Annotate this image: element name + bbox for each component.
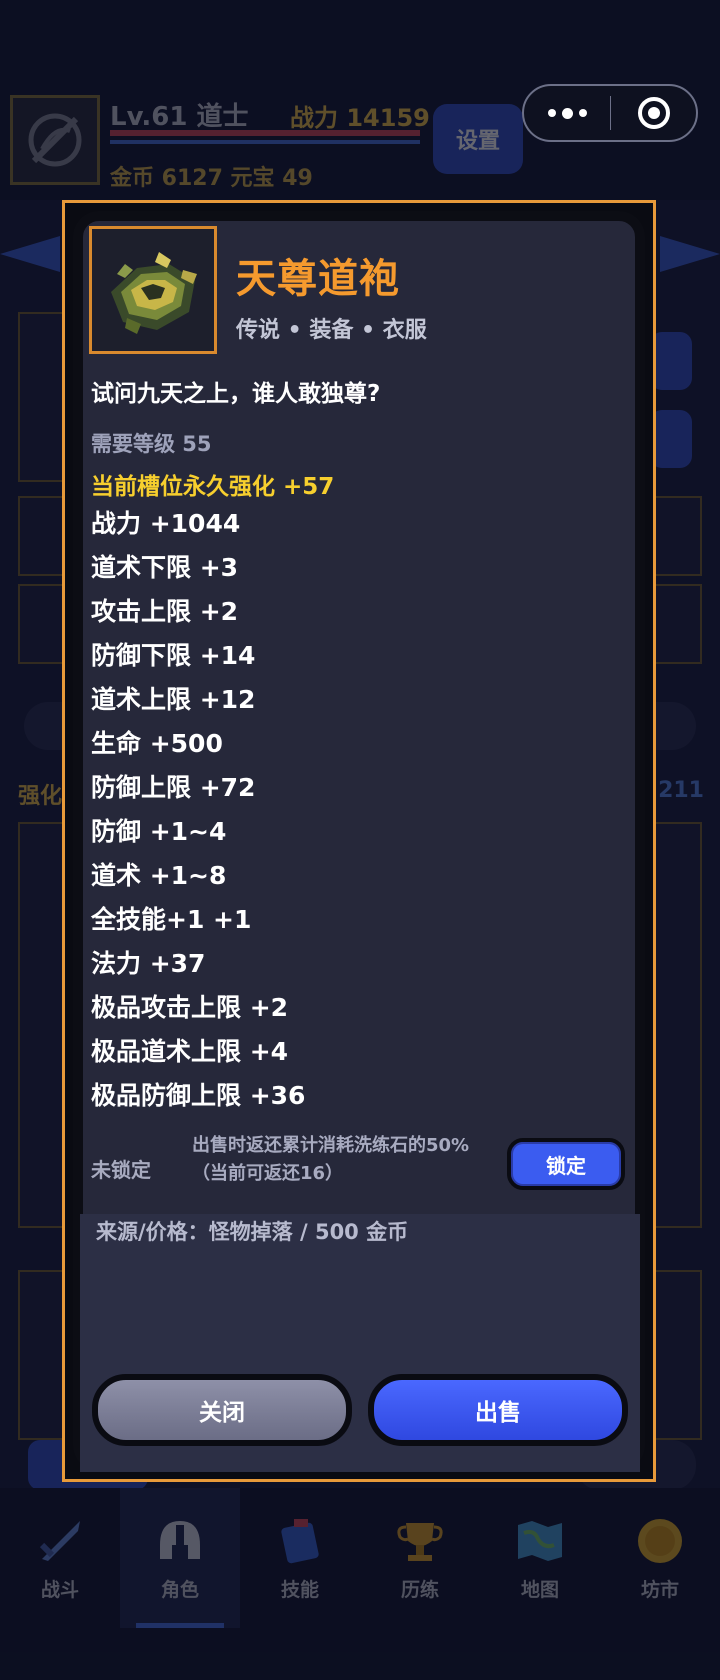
lock-button[interactable]: 锁定 (507, 1138, 625, 1190)
class-emblem-icon (28, 113, 82, 167)
bg-enhance-label: 强化 (18, 784, 63, 809)
settings-button[interactable]: 设置 (433, 104, 523, 174)
required-level: 需要等级 55 (91, 432, 212, 456)
bg-panel (652, 496, 702, 576)
nav-label: 技能 (280, 1578, 319, 1601)
bottom-nav: 战斗 角色 技能 历练 地图 坊市 (0, 1488, 720, 1680)
more-menu-icon[interactable] (524, 107, 610, 119)
nav-label: 历练 (400, 1578, 439, 1601)
stat-line: 防御下限 +14 (91, 641, 256, 670)
nav-item-battle[interactable]: 战斗 (0, 1488, 120, 1628)
trophy-icon (392, 1515, 448, 1567)
stat-line: 法力 +37 (91, 949, 206, 978)
nav-label: 坊市 (640, 1578, 679, 1601)
skill-book-icon (272, 1515, 328, 1567)
nav-item-map[interactable]: 地图 (480, 1488, 600, 1628)
stat-line: 全技能+1 +1 (91, 905, 252, 934)
stat-line: 极品攻击上限 +2 (91, 993, 289, 1022)
miniprogram-capsule (522, 84, 698, 142)
stat-line: 防御 +1~4 (91, 817, 227, 846)
bg-number: 211 (658, 778, 704, 803)
hp-bar (110, 130, 420, 136)
bg-panel (18, 584, 68, 664)
ribbon-left (0, 236, 60, 272)
bg-button (650, 410, 692, 468)
lock-row: 未锁定 出售时返还累计消耗洗练石的50% （当前可返还16） 锁定 (70, 1128, 648, 1212)
stat-line: 生命 +500 (91, 729, 223, 758)
player-power: 战力 14159 (290, 104, 430, 132)
bg-button (650, 332, 692, 390)
close-button[interactable]: 关闭 (92, 1374, 352, 1446)
nav-item-training[interactable]: 历练 (360, 1488, 480, 1628)
player-level: Lv.61 道士 (110, 102, 249, 132)
nav-label: 角色 (160, 1578, 199, 1601)
bg-panel (652, 584, 702, 664)
sell-button[interactable]: 出售 (368, 1374, 628, 1446)
stat-line: 道术 +1~8 (91, 861, 227, 890)
nav-item-character[interactable]: 角色 (120, 1488, 240, 1628)
item-name: 天尊道袍 (236, 256, 400, 302)
slot-enhancement: 当前槽位永久强化 +57 (91, 474, 335, 500)
helmet-icon (152, 1515, 208, 1567)
lock-status: 未锁定 (91, 1158, 151, 1182)
stat-line: 道术下限 +3 (91, 553, 239, 582)
close-miniprogram-icon[interactable] (611, 97, 696, 129)
ribbon-right (660, 236, 720, 272)
bg-panel (18, 496, 68, 576)
nav-label: 战斗 (40, 1578, 79, 1601)
stat-line: 防御上限 +72 (91, 773, 256, 802)
stat-line: 极品道术上限 +4 (91, 1037, 289, 1066)
player-avatar[interactable] (10, 95, 100, 185)
mp-bar (110, 140, 420, 144)
nav-label: 地图 (520, 1578, 559, 1601)
sword-icon (32, 1515, 88, 1567)
item-source-price: 来源/价格：怪物掉落 / 500 金币 (96, 1220, 409, 1244)
sell-refund-note: 出售时返还累计消耗洗练石的50% （当前可返还16） (192, 1132, 469, 1188)
sell-refund-note-line1: 出售时返还累计消耗洗练石的50% (192, 1135, 470, 1156)
stat-line: 极品防御上限 +36 (91, 1081, 306, 1110)
coin-icon (632, 1515, 688, 1567)
stat-line: 道术上限 +12 (91, 685, 256, 714)
item-type: 传说 • 装备 • 衣服 (236, 318, 427, 343)
item-description: 试问九天之上，谁人敢独尊? (91, 381, 381, 407)
item-icon-frame (89, 226, 217, 354)
currency-display: 金币 6127 元宝 49 (110, 166, 313, 191)
robe-armor-icon (97, 234, 209, 346)
stat-line: 战力 +1044 (91, 509, 241, 538)
sell-refund-note-line2: （当前可返还16） (192, 1163, 344, 1184)
bg-panel (18, 312, 68, 482)
stat-list: 战力 +1044 道术下限 +3 攻击上限 +2 防御下限 +14 道术上限 +… (91, 508, 305, 1124)
nav-item-skills[interactable]: 技能 (240, 1488, 360, 1628)
map-icon (512, 1515, 568, 1567)
stat-line: 攻击上限 +2 (91, 597, 239, 626)
nav-item-market[interactable]: 坊市 (600, 1488, 720, 1628)
